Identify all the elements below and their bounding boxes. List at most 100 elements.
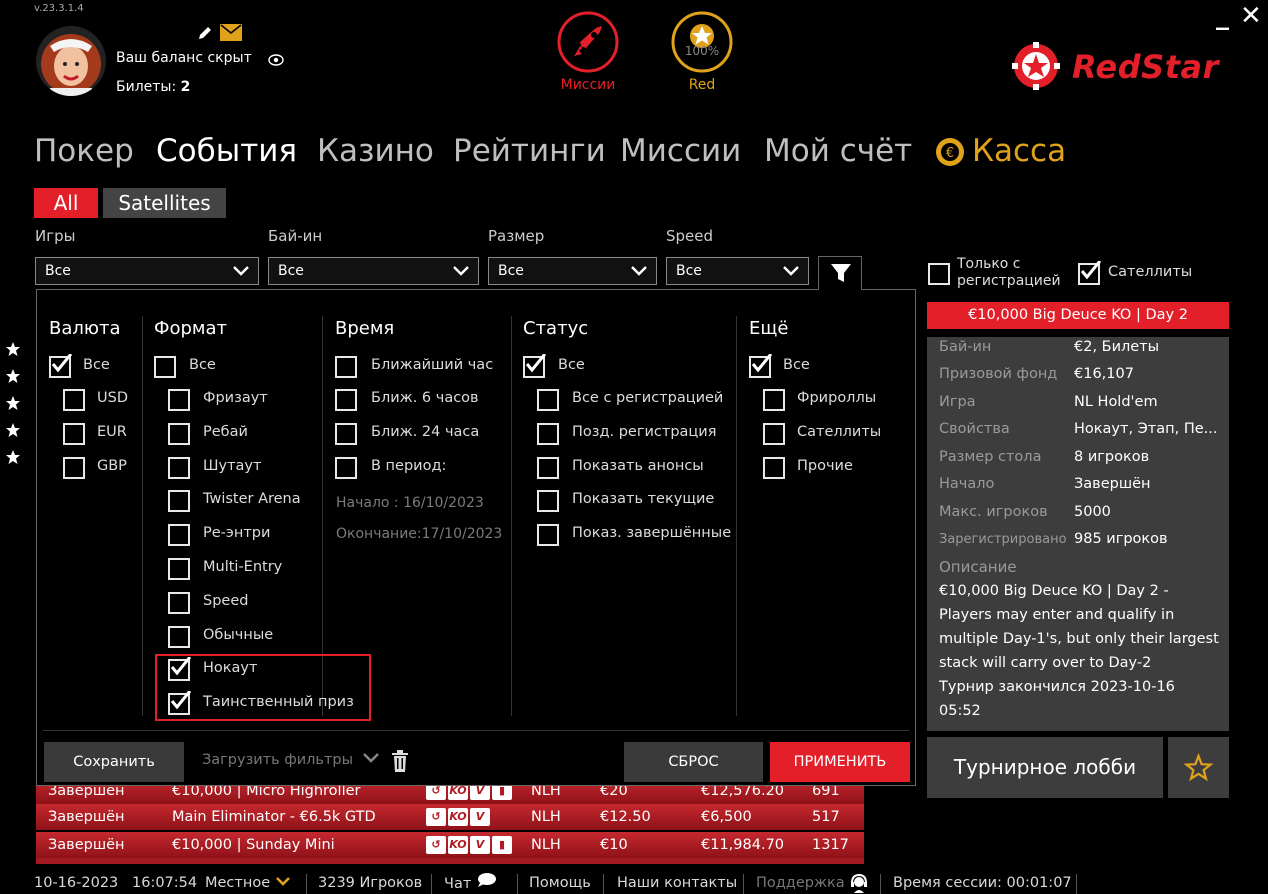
close-icon[interactable]: ✕ — [1240, 2, 1262, 30]
more-all-checkbox[interactable] — [749, 353, 773, 378]
divider — [511, 316, 512, 716]
help-link[interactable]: Помощь — [529, 872, 591, 894]
load-filters-dropdown[interactable]: Загрузить фильтры — [202, 752, 380, 768]
apply-button[interactable]: ПРИМЕНИТЬ — [770, 742, 910, 782]
check-icon — [170, 656, 192, 676]
speed-select[interactable]: Все — [666, 257, 809, 285]
divider — [517, 874, 518, 894]
status-all-label: Все — [558, 357, 585, 373]
chevron-down-icon — [453, 266, 469, 276]
only-registration-line2: регистрацией — [957, 273, 1061, 289]
format-reentry-checkbox[interactable] — [168, 524, 190, 546]
time-period-checkbox[interactable] — [335, 457, 357, 479]
chat-link[interactable]: Чат — [444, 872, 498, 894]
nav-missions[interactable]: Миссии — [620, 130, 741, 172]
session-time: Время сессии: 00:01:07 — [893, 875, 1072, 891]
reset-button[interactable]: СБРОС — [624, 742, 763, 782]
format-all-checkbox[interactable] — [154, 356, 176, 378]
table-row[interactable]: Завершён €10,000 | Sunday Mini ↺ KO V ▮ NLH… — [36, 832, 864, 858]
time-6h-checkbox[interactable] — [335, 389, 357, 411]
currency-eur-label: EUR — [97, 424, 127, 440]
time-24h-checkbox[interactable] — [335, 423, 357, 445]
status-reg-checkbox[interactable] — [537, 389, 559, 411]
currency-eur-checkbox[interactable] — [63, 423, 85, 445]
row-buyin: €10 — [600, 837, 628, 853]
row-prize: €11,984.70 — [701, 837, 785, 853]
format-multientry-checkbox[interactable] — [168, 558, 190, 580]
row-players: 517 — [812, 809, 840, 825]
support-link[interactable]: Поддержка — [756, 872, 869, 894]
status-finished-checkbox[interactable] — [537, 524, 559, 546]
tournament-lobby-button[interactable]: Турнирное лобби — [927, 737, 1163, 798]
buyin-select[interactable]: Все — [268, 257, 479, 285]
format-reentry-label: Ре-энтри — [203, 525, 271, 541]
chevron-down-icon — [362, 753, 379, 763]
minimize-icon[interactable]: _ — [1216, 2, 1229, 30]
timezone-selector[interactable]: Местное — [205, 872, 291, 894]
nav-cashier[interactable]: Касса — [972, 130, 1066, 172]
nav-ratings[interactable]: Рейтинги — [453, 130, 606, 172]
nav-casino[interactable]: Казино — [317, 130, 434, 172]
size-select[interactable]: Все — [488, 257, 657, 285]
time-start[interactable]: Начало : 16/10/2023 — [336, 495, 484, 511]
status-announced-label: Показать анонсы — [572, 458, 704, 474]
status-latereg-checkbox[interactable] — [537, 423, 559, 445]
only-registration-checkbox[interactable] — [928, 263, 950, 285]
format-freezeout-checkbox[interactable] — [168, 389, 190, 411]
games-select[interactable]: Все — [35, 257, 259, 285]
contacts-link[interactable]: Наши контакты — [617, 872, 737, 894]
red-status-button[interactable] — [669, 10, 735, 76]
tab-satellites[interactable]: Satellites — [103, 188, 226, 218]
format-twister-checkbox[interactable] — [168, 490, 190, 512]
save-button[interactable]: Сохранить — [44, 742, 184, 782]
more-other-label: Прочие — [797, 458, 853, 474]
description-label: Описание — [939, 558, 1017, 576]
favorites-strip — [4, 341, 22, 475]
status-running-checkbox[interactable] — [537, 490, 559, 512]
nav-events[interactable]: События — [156, 130, 297, 172]
mail-icon[interactable] — [220, 24, 242, 45]
edit-icon[interactable] — [196, 24, 214, 46]
nav-poker[interactable]: Покер — [34, 130, 134, 172]
check-icon — [51, 353, 73, 373]
time-end[interactable]: Окончание:17/10/2023 — [336, 526, 502, 542]
eye-icon[interactable] — [268, 52, 284, 71]
time-title: Время — [335, 318, 395, 339]
more-satellite-checkbox[interactable] — [763, 423, 785, 445]
status-players: 3239 Игроков — [318, 875, 423, 891]
missions-button[interactable] — [556, 10, 620, 76]
time-6h-label: Ближ. 6 часов — [371, 390, 479, 406]
format-rebuy-checkbox[interactable] — [168, 423, 190, 445]
filter-toggle-button[interactable] — [818, 256, 862, 290]
status-announced-checkbox[interactable] — [537, 457, 559, 479]
table-row-partial — [36, 858, 864, 864]
table-row[interactable]: Завершён Main Eliminator - €6.5k GTD ↺ KO… — [36, 804, 864, 830]
description-text: €10,000 Big Deuce KO | Day 2 - Players m… — [939, 579, 1221, 723]
currency-all-checkbox[interactable] — [49, 353, 73, 378]
more-all-label: Все — [783, 357, 810, 373]
currency-usd-checkbox[interactable] — [63, 389, 85, 411]
format-shootout-checkbox[interactable] — [168, 457, 190, 479]
status-all-checkbox[interactable] — [523, 353, 547, 378]
time-hour-checkbox[interactable] — [335, 356, 357, 378]
avatar[interactable] — [36, 26, 106, 96]
more-other-checkbox[interactable] — [763, 457, 785, 479]
headset-icon — [851, 873, 868, 893]
tab-all[interactable]: All — [34, 188, 98, 218]
format-knockout-checkbox[interactable] — [168, 656, 192, 681]
divider — [306, 874, 307, 894]
trash-icon[interactable] — [391, 750, 409, 776]
nav-account[interactable]: Мой счёт — [764, 130, 912, 172]
redstar-logo-icon — [1010, 42, 1062, 94]
svg-text:€: € — [946, 146, 954, 161]
format-speed-checkbox[interactable] — [168, 592, 190, 614]
currency-gbp-label: GBP — [97, 458, 127, 474]
favorite-button[interactable] — [1168, 737, 1229, 798]
format-mystery-checkbox[interactable] — [168, 690, 192, 715]
more-freeroll-checkbox[interactable] — [763, 389, 785, 411]
chevron-down-icon — [233, 266, 249, 276]
currency-gbp-checkbox[interactable] — [63, 457, 85, 479]
format-regular-checkbox[interactable] — [168, 626, 190, 648]
satellites-checkbox[interactable] — [1078, 260, 1102, 285]
divider — [603, 874, 604, 894]
